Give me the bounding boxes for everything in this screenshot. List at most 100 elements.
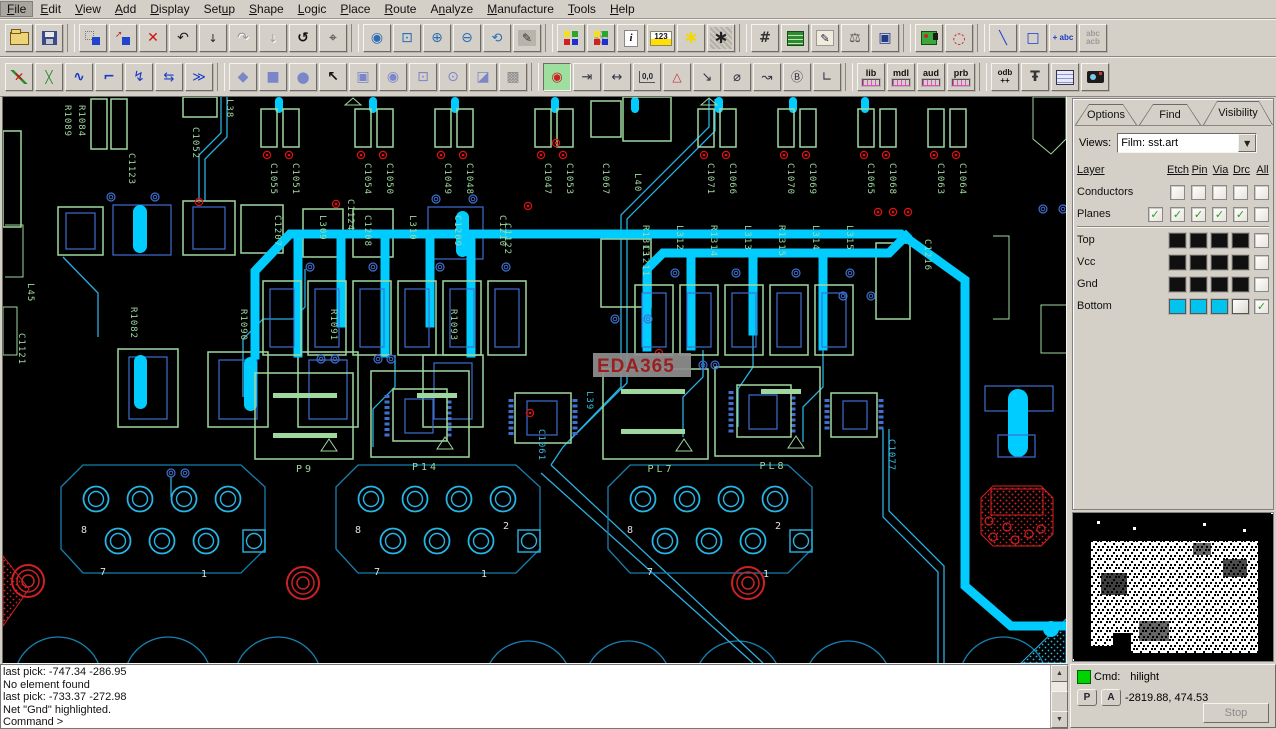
delete-button[interactable]: ✕ bbox=[139, 24, 167, 52]
col-header-etch[interactable]: Etch bbox=[1167, 164, 1189, 176]
pcb-design-canvas[interactable]: C1055 C1051 C1054 C1050 C1049 C1048 C1047 C1053… bbox=[2, 96, 1067, 664]
zoom-out-button[interactable]: ⊖ bbox=[453, 24, 481, 52]
undo-button[interactable]: ↶ bbox=[169, 24, 197, 52]
color-visibility-button[interactable] bbox=[557, 24, 585, 52]
menu-help[interactable]: Help bbox=[603, 1, 642, 17]
menu-manufacture[interactable]: Manufacture bbox=[480, 1, 561, 17]
drill-button[interactable]: Ŧ bbox=[1021, 63, 1049, 91]
layer-color-swatch[interactable] bbox=[1232, 254, 1249, 270]
menu-add[interactable]: Add bbox=[108, 1, 143, 17]
balloon-button[interactable]: Ⓑ bbox=[783, 63, 811, 91]
odb-button[interactable]: odb ++ bbox=[991, 63, 1019, 91]
measure-button[interactable]: 123 bbox=[647, 24, 675, 52]
pin-button[interactable]: ⌖ bbox=[319, 24, 347, 52]
regenerate-button[interactable]: ↺ bbox=[289, 24, 317, 52]
redo-button[interactable]: ↷ bbox=[229, 24, 257, 52]
chevron-down-icon[interactable]: ▼ bbox=[1238, 134, 1257, 152]
unrats-button[interactable]: ✕ bbox=[5, 63, 33, 91]
menu-view[interactable]: View bbox=[68, 1, 108, 17]
aud-button[interactable]: aud bbox=[917, 63, 945, 91]
checkbox-checked[interactable]: ✓ bbox=[1254, 298, 1269, 314]
constraint-button[interactable]: ⚖ bbox=[841, 24, 869, 52]
add-rect-button[interactable]: □ bbox=[1019, 24, 1047, 52]
undo-list-button[interactable]: ↓ bbox=[199, 24, 227, 52]
save-button[interactable] bbox=[35, 24, 63, 52]
world-view-panel[interactable] bbox=[1072, 512, 1274, 662]
void-circle-button[interactable]: ⊙ bbox=[439, 63, 467, 91]
shape-polygon-button[interactable]: ◆ bbox=[229, 63, 257, 91]
menu-display[interactable]: Display bbox=[143, 1, 196, 17]
select-tool-button[interactable]: ↖ bbox=[319, 63, 347, 91]
tab-find[interactable]: Find bbox=[1139, 104, 1201, 125]
console-window[interactable]: last pick: -747.34 -286.95 No element fou… bbox=[0, 664, 1068, 729]
custom-smooth-button[interactable]: ≫ bbox=[185, 63, 213, 91]
checkbox-unchecked[interactable] bbox=[1254, 232, 1269, 248]
menu-route[interactable]: Route bbox=[377, 1, 423, 17]
artwork-button[interactable] bbox=[1081, 63, 1109, 91]
checkbox-checked[interactable]: ✓ bbox=[1233, 206, 1248, 222]
open-file-button[interactable] bbox=[5, 24, 33, 52]
redo-list-button[interactable]: ↓ bbox=[259, 24, 287, 52]
copy-button[interactable] bbox=[109, 24, 137, 52]
layer-color-swatch[interactable] bbox=[1232, 232, 1249, 248]
layer-color-swatch[interactable] bbox=[1169, 232, 1186, 248]
views-dropdown[interactable]: Film: sst.art ▼ bbox=[1117, 133, 1258, 153]
module-button[interactable] bbox=[915, 24, 943, 52]
layer-color-swatch[interactable] bbox=[1169, 276, 1186, 292]
layer-color-swatch[interactable] bbox=[1232, 276, 1249, 292]
add-line-button[interactable]: ╲ bbox=[989, 24, 1017, 52]
color-priority-button[interactable] bbox=[587, 24, 615, 52]
zoom-points-button[interactable]: ◉ bbox=[363, 24, 391, 52]
menu-shape[interactable]: Shape bbox=[242, 1, 291, 17]
tab-visibility[interactable]: Visibility bbox=[1203, 101, 1273, 125]
checkbox-checked[interactable]: ✓ bbox=[1147, 206, 1163, 222]
menu-logic[interactable]: Logic bbox=[291, 1, 334, 17]
menu-edit[interactable]: Edit bbox=[33, 1, 68, 17]
origin-button[interactable]: 0,0 bbox=[633, 63, 661, 91]
absolute-button[interactable]: A bbox=[1101, 689, 1121, 706]
layer-color-swatch[interactable] bbox=[1190, 298, 1207, 314]
col-header-via[interactable]: Via bbox=[1210, 164, 1231, 176]
add-text-button[interactable]: + abc bbox=[1049, 24, 1077, 52]
layer-color-swatch[interactable] bbox=[1232, 298, 1249, 314]
spread-button[interactable]: ⇆ bbox=[155, 63, 183, 91]
checkbox-checked[interactable]: ✓ bbox=[1170, 206, 1185, 222]
prb-button[interactable]: prb bbox=[947, 63, 975, 91]
highlight-button[interactable]: ∗ bbox=[677, 24, 705, 52]
chamfer-button[interactable]: ∟ bbox=[813, 63, 841, 91]
layer-color-swatch[interactable] bbox=[1190, 254, 1207, 270]
layer-color-swatch[interactable] bbox=[1211, 254, 1228, 270]
vertex-button[interactable]: ⌐ bbox=[95, 63, 123, 91]
col-header-drc[interactable]: Drc bbox=[1231, 164, 1252, 176]
zoom-previous-button[interactable]: ⟲ bbox=[483, 24, 511, 52]
menu-analyze[interactable]: Analyze bbox=[423, 1, 480, 17]
checkbox-unchecked[interactable] bbox=[1254, 206, 1269, 222]
shape-copy-button[interactable]: ◉ bbox=[379, 63, 407, 91]
layer-color-swatch[interactable] bbox=[1190, 232, 1207, 248]
checkbox-unchecked[interactable] bbox=[1212, 184, 1227, 200]
dehighlight-button[interactable]: ∗ bbox=[707, 24, 735, 52]
col-header-pin[interactable]: Pin bbox=[1189, 164, 1210, 176]
zoom-in-button[interactable]: ⊕ bbox=[423, 24, 451, 52]
slide-button[interactable]: ↯ bbox=[125, 63, 153, 91]
mdl-button[interactable]: mdl bbox=[887, 63, 915, 91]
layer-color-swatch[interactable] bbox=[1211, 298, 1228, 314]
layer-color-swatch[interactable] bbox=[1169, 298, 1186, 314]
redraw-button[interactable]: ✎ bbox=[513, 24, 541, 52]
color-dialog-button[interactable]: ✎ bbox=[811, 24, 839, 52]
rats-button[interactable]: ╳ bbox=[35, 63, 63, 91]
shape-edit-button[interactable]: ▣ bbox=[349, 63, 377, 91]
checkbox-unchecked[interactable] bbox=[1254, 254, 1269, 270]
arc-dim-button[interactable]: ↝ bbox=[753, 63, 781, 91]
checkbox-unchecked[interactable] bbox=[1233, 184, 1248, 200]
checkbox-checked[interactable]: ✓ bbox=[1191, 206, 1206, 222]
checkbox-unchecked[interactable] bbox=[1191, 184, 1206, 200]
gap-button[interactable]: ↔ bbox=[603, 63, 631, 91]
layer-color-swatch[interactable] bbox=[1169, 254, 1186, 270]
stop-button[interactable]: Stop bbox=[1203, 703, 1269, 723]
shape-rect-button[interactable]: ■ bbox=[259, 63, 287, 91]
grid-toggle-button[interactable]: # bbox=[751, 24, 779, 52]
padstack-button[interactable]: ◌ bbox=[945, 24, 973, 52]
menu-tools[interactable]: Tools bbox=[561, 1, 603, 17]
scroll-up-button[interactable]: ▲ bbox=[1051, 665, 1068, 682]
